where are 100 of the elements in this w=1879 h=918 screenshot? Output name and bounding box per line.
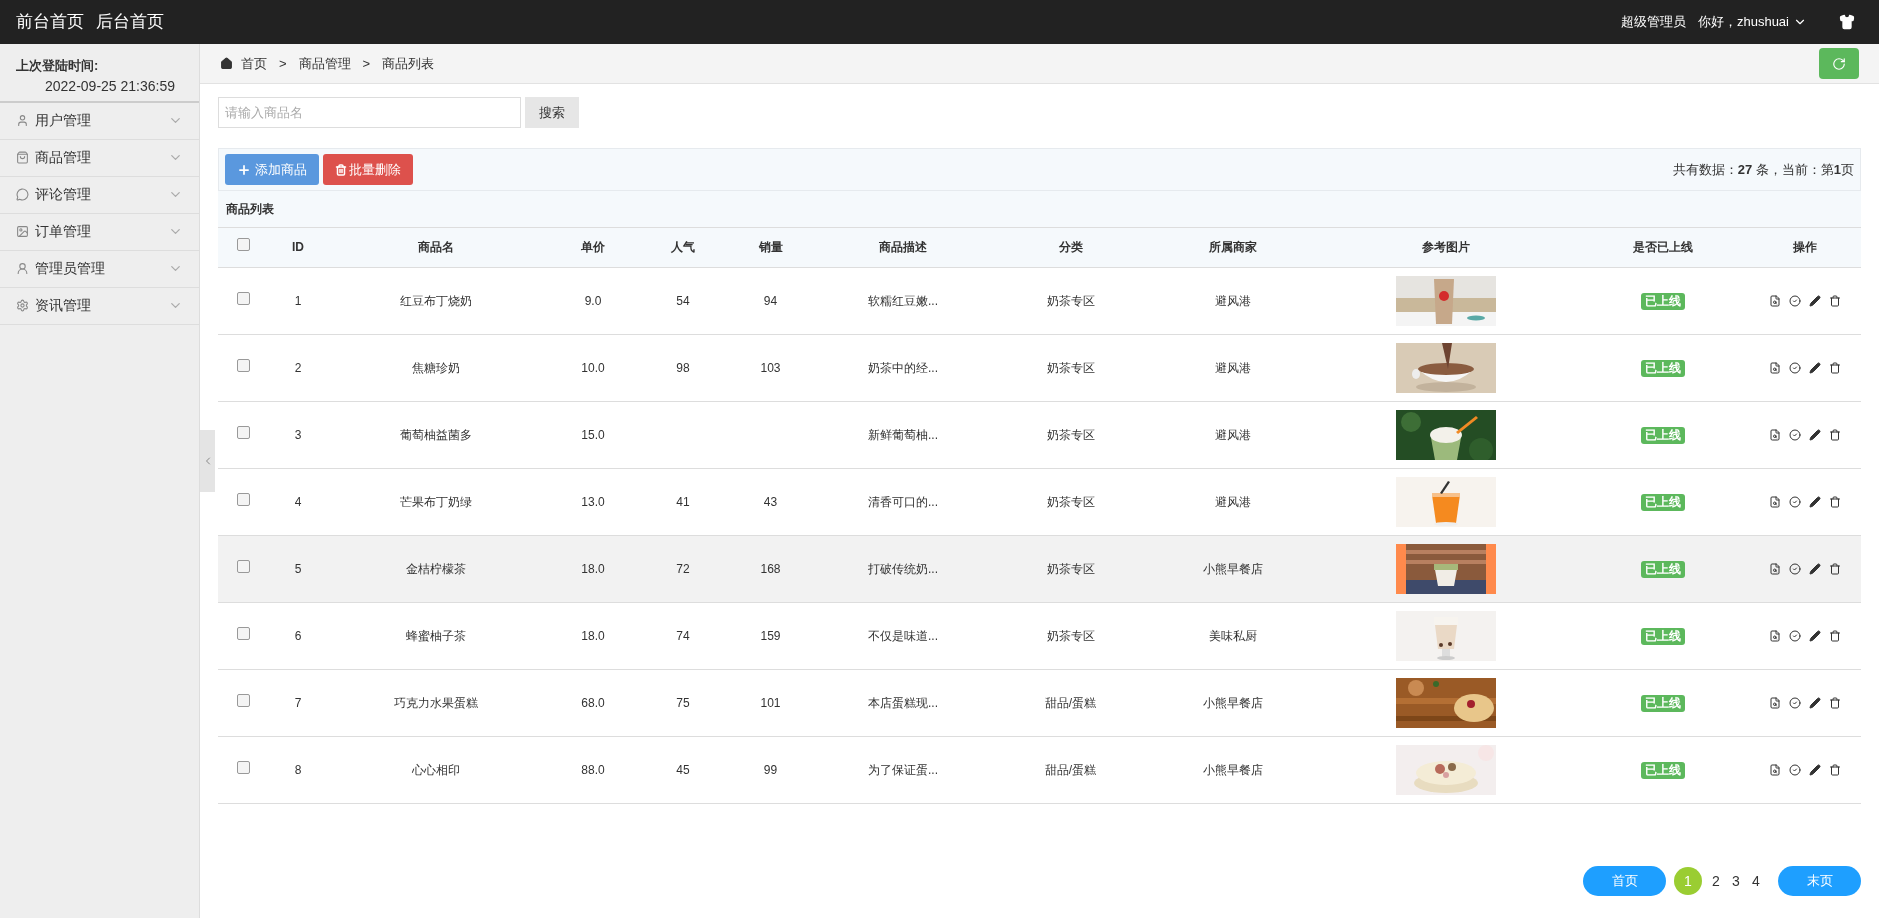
table-cell: 88.0 (581, 762, 605, 777)
table-cell: 新鲜葡萄柚... (868, 427, 938, 442)
table-cell: 避风港 (1215, 293, 1251, 308)
sidebar-item[interactable]: 管理员管理 (0, 250, 199, 288)
table-cell: 本店蛋糕现... (868, 695, 938, 710)
table-cell: 94 (763, 293, 778, 308)
check-circle-icon[interactable] (1788, 562, 1801, 575)
table-cell: 9.0 (584, 293, 602, 308)
column-header: 单价 (543, 228, 643, 267)
sidebar-item[interactable]: 订单管理 (0, 213, 199, 251)
view-icon[interactable] (1768, 294, 1781, 307)
table-cell: 奶茶专区 (1046, 427, 1095, 442)
table-cell: 45 (676, 762, 690, 777)
edit-icon[interactable] (1808, 763, 1821, 776)
table-cell: 焦糖珍奶 (411, 360, 460, 375)
column-header: 分类 (988, 228, 1153, 267)
table-cell: 美味私厨 (1209, 628, 1257, 643)
column-header: 是否已上线 (1578, 228, 1748, 267)
search-field[interactable]: 请输入商品名 (218, 97, 521, 128)
checkbox[interactable] (236, 358, 250, 372)
column-header: 人气 (643, 228, 723, 267)
status-badge: 已上线 (1641, 627, 1685, 645)
check-circle-icon[interactable] (1788, 361, 1801, 374)
checkbox[interactable] (236, 626, 250, 640)
checkbox[interactable] (236, 693, 250, 707)
view-icon[interactable] (1768, 763, 1781, 776)
view-icon[interactable] (1768, 696, 1781, 709)
column-header: 所属商家 (1153, 228, 1313, 267)
delete-icon[interactable] (1828, 696, 1841, 709)
refresh-icon (1832, 56, 1846, 71)
view-icon[interactable] (1768, 428, 1781, 441)
plus-icon (237, 162, 251, 177)
delete-icon[interactable] (1828, 294, 1841, 307)
sidebar-item[interactable]: 资讯管理 (0, 287, 199, 325)
table-cell: 103 (760, 360, 781, 375)
status-badge: 已上线 (1641, 560, 1685, 578)
delete-icon[interactable] (1828, 495, 1841, 508)
checkbox[interactable] (236, 559, 250, 573)
table-cell: 小熊早餐店 (1203, 695, 1263, 710)
page-number[interactable]: 4 (1750, 867, 1762, 895)
page-number[interactable]: 3 (1730, 867, 1742, 895)
view-icon[interactable] (1768, 361, 1781, 374)
checkbox[interactable] (236, 760, 250, 774)
view-icon[interactable] (1768, 495, 1781, 508)
nav-link[interactable]: 后台首页 (96, 9, 164, 35)
check-circle-icon[interactable] (1788, 629, 1801, 642)
check-circle-icon[interactable] (1788, 696, 1801, 709)
table-cell: 8 (294, 762, 302, 777)
edit-icon[interactable] (1808, 696, 1821, 709)
table-cell: 99 (763, 762, 778, 777)
breadcrumb-link[interactable]: 商品管理 (298, 53, 351, 74)
edit-icon[interactable] (1808, 294, 1821, 307)
table-cell: 2 (294, 360, 302, 375)
checkbox[interactable] (236, 238, 250, 252)
sidebar-item[interactable]: 用户管理 (0, 102, 199, 140)
summary-text: 共有数据：27 条，当前：第1页 (1672, 160, 1854, 179)
page-number[interactable]: 2 (1710, 867, 1722, 895)
sidebar-item[interactable]: 评论管理 (0, 176, 199, 214)
table-cell: 蜂蜜柚子茶 (405, 628, 466, 643)
table-cell: 金桔柠檬茶 (405, 561, 466, 576)
delete-icon[interactable] (1828, 562, 1841, 575)
table-cell: 168 (760, 561, 781, 576)
delete-icon[interactable] (1828, 361, 1841, 374)
table-cell: 巧克力水果蛋糕 (393, 695, 478, 710)
check-circle-icon[interactable] (1788, 763, 1801, 776)
checkbox[interactable] (236, 291, 250, 305)
delete-icon[interactable] (1828, 629, 1841, 642)
search-button[interactable]: 搜索 (525, 97, 579, 128)
view-icon[interactable] (1768, 629, 1781, 642)
breadcrumb-link[interactable]: 首页 (241, 53, 267, 74)
edit-icon[interactable] (1808, 428, 1821, 441)
table-cell: 葡萄柚益菌多 (399, 427, 472, 442)
shirt-icon[interactable] (1839, 14, 1855, 30)
edit-icon[interactable] (1808, 629, 1821, 642)
sidebar-item[interactable]: 商品管理 (0, 139, 199, 177)
table-cell: 4 (294, 494, 302, 509)
table-cell: 7 (294, 695, 302, 710)
trash-icon (335, 163, 347, 176)
column-header: ID (268, 228, 328, 267)
status-badge: 已上线 (1641, 359, 1685, 377)
check-circle-icon[interactable] (1788, 428, 1801, 441)
delete-icon[interactable] (1828, 763, 1841, 776)
column-header: 商品名 (328, 228, 543, 267)
batch-delete-button[interactable]: 批量删除 (323, 154, 413, 185)
user-menu[interactable]: 你好，zhushuai (1697, 12, 1807, 32)
table-cell: 红豆布丁烧奶 (399, 293, 472, 308)
check-circle-icon[interactable] (1788, 294, 1801, 307)
nav-link[interactable]: 前台首页 (16, 9, 84, 35)
view-icon[interactable] (1768, 562, 1781, 575)
edit-icon[interactable] (1808, 562, 1821, 575)
delete-icon[interactable] (1828, 428, 1841, 441)
table-cell: 不仅是味道... (868, 628, 938, 643)
edit-icon[interactable] (1808, 495, 1821, 508)
check-circle-icon[interactable] (1788, 495, 1801, 508)
checkbox[interactable] (236, 492, 250, 506)
edit-icon[interactable] (1808, 361, 1821, 374)
breadcrumb-link[interactable]: 商品列表 (382, 53, 435, 74)
checkbox[interactable] (236, 425, 250, 439)
table-cell: 101 (760, 695, 781, 710)
table-cell: 41 (676, 494, 690, 509)
